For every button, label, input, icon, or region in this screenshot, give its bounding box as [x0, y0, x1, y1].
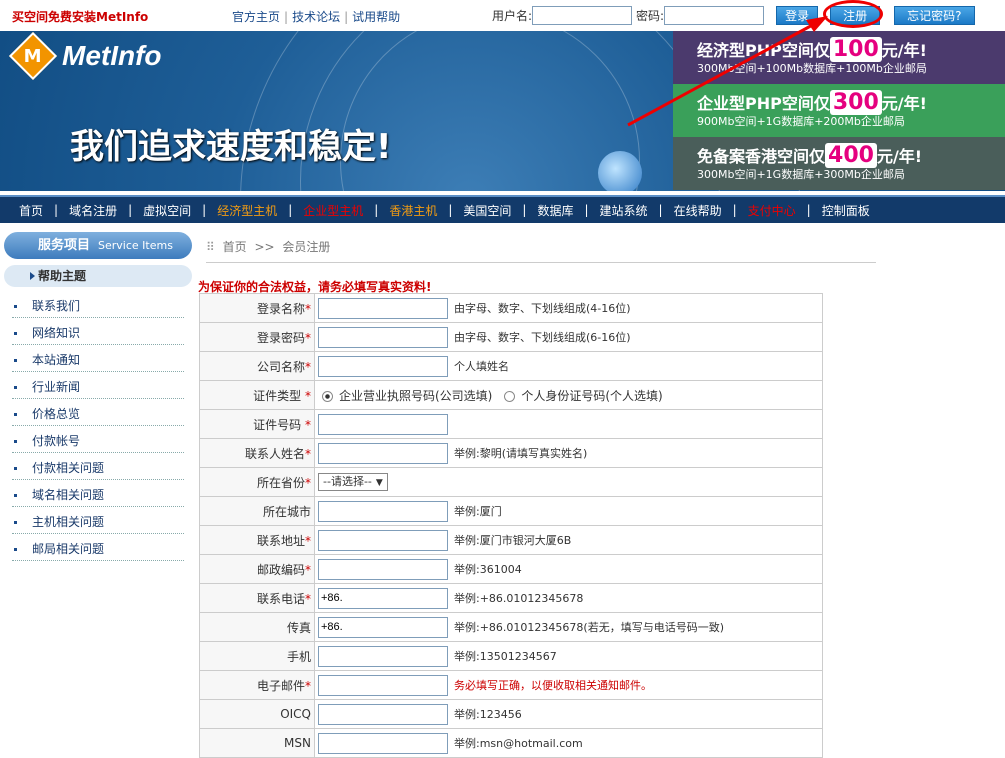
sidebar-list: 联系我们 网络知识 本站通知 行业新闻 价格总览 付款帐号 付款相关问题 域名相…: [12, 291, 184, 561]
province-select[interactable]: --请选择-- ▼: [318, 473, 388, 491]
sidebar-item-mail-faq[interactable]: 邮局相关问题: [12, 534, 184, 561]
annotation-arrow: [627, 16, 828, 127]
nav-database[interactable]: 数据库: [526, 202, 584, 219]
triangle-right-icon: [30, 272, 35, 280]
sidebar-item-host-faq[interactable]: 主机相关问题: [12, 507, 184, 534]
city-input[interactable]: [318, 500, 448, 522]
email-input[interactable]: [318, 674, 448, 696]
msn-input[interactable]: [318, 732, 448, 754]
nav-home[interactable]: 首页: [8, 202, 54, 219]
registration-form: 登录名称* 由字母、数字、下划线组成(4-16位) 登录密码* 由字母、数字、下划线…: [199, 293, 823, 758]
login-password-input[interactable]: [318, 326, 448, 348]
phone-input[interactable]: [318, 587, 448, 609]
sidebar-item-contact[interactable]: 联系我们: [12, 291, 184, 318]
bullet-icon: ⠿: [206, 240, 215, 254]
nav-economy-host[interactable]: 经济型主机: [206, 202, 288, 219]
breadcrumb-home[interactable]: 首页: [223, 240, 247, 254]
sidebar-item-prices[interactable]: 价格总览: [12, 399, 184, 426]
nav-domain[interactable]: 域名注册: [58, 202, 128, 219]
fax-input[interactable]: [318, 616, 448, 638]
sidebar-help-topics[interactable]: 帮助主题: [4, 265, 192, 287]
main-nav: 首页 | 域名注册 | 虚拟空间 | 经济型主机 | 企业型主机 | 香港主机 | 美国空间…: [0, 195, 1005, 223]
address-input[interactable]: [318, 529, 448, 551]
nav-enterprise-host[interactable]: 企业型主机: [292, 202, 374, 219]
sidebar-item-domain-faq[interactable]: 域名相关问题: [12, 480, 184, 507]
sidebar-item-accounts[interactable]: 付款帐号: [12, 426, 184, 453]
sidebar-item-payment-faq[interactable]: 付款相关问题: [12, 453, 184, 480]
id-type-company-radio[interactable]: [322, 390, 333, 402]
company-name-input[interactable]: [318, 355, 448, 377]
oicq-input[interactable]: [318, 703, 448, 725]
id-type-personal-radio[interactable]: [504, 390, 516, 402]
sidebar-item-news[interactable]: 行业新闻: [12, 372, 184, 399]
login-name-input[interactable]: [318, 297, 448, 319]
id-number-input[interactable]: [318, 413, 448, 435]
nav-virtual-host[interactable]: 虚拟空间: [132, 202, 202, 219]
nav-site-builder[interactable]: 建站系统: [589, 202, 659, 219]
nav-online-help[interactable]: 在线帮助: [663, 202, 733, 219]
zip-input[interactable]: [318, 558, 448, 580]
breadcrumb: ⠿ 首页 >> 会员注册: [206, 238, 876, 263]
sidebar-item-network[interactable]: 网络知识: [12, 318, 184, 345]
sidebar-title: 服务项目 Service Items: [4, 232, 192, 259]
sidebar: 服务项目 Service Items 帮助主题 联系我们 网络知识 本站通知 行业…: [4, 232, 192, 561]
nav-us-host[interactable]: 美国空间: [452, 202, 522, 219]
contact-name-input[interactable]: [318, 442, 448, 464]
breadcrumb-current: 会员注册: [282, 240, 331, 254]
sidebar-item-notice[interactable]: 本站通知: [12, 345, 184, 372]
nav-payment-center[interactable]: 支付中心: [737, 202, 807, 219]
mobile-input[interactable]: [318, 645, 448, 667]
nav-hongkong-host[interactable]: 香港主机: [378, 202, 448, 219]
nav-control-panel[interactable]: 控制面板: [811, 202, 881, 219]
